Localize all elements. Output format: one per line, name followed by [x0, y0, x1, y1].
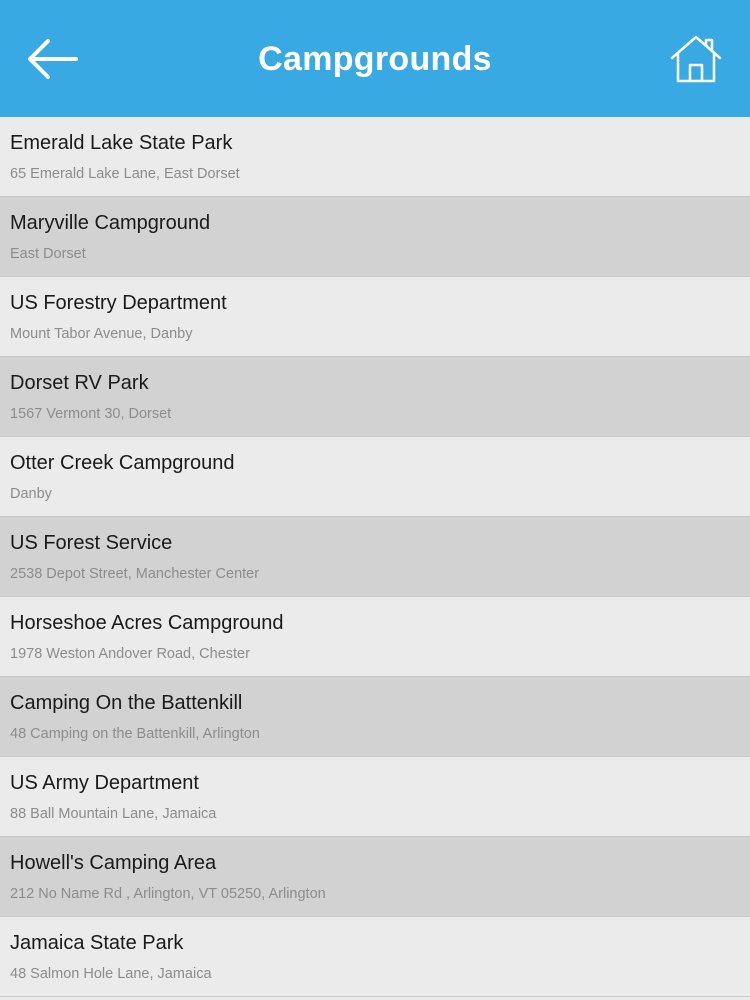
app-header: Campgrounds [0, 0, 750, 117]
campground-address: 48 Salmon Hole Lane, Jamaica [10, 966, 212, 982]
campground-address: 2538 Depot Street, Manchester Center [10, 566, 260, 582]
campground-name: Maryville Campground [10, 212, 211, 234]
list-item[interactable]: US Forestry Department Mount Tabor Avenu… [0, 277, 750, 357]
campground-address: East Dorset [10, 246, 86, 262]
campground-address: 88 Ball Mountain Lane, Jamaica [10, 806, 217, 822]
list-item[interactable]: Otter Creek Campground Danby [0, 437, 750, 517]
campground-address: Danby [10, 486, 52, 502]
campgrounds-screen: Campgrounds Emerald Lake State Park 65 E… [0, 0, 750, 1000]
campground-address: 48 Camping on the Battenkill, Arlington [10, 726, 260, 742]
campground-name: US Army Department [10, 772, 199, 794]
list-item[interactable]: Dorset RV Park 1567 Vermont 30, Dorset [0, 357, 750, 437]
campground-name: US Forestry Department [10, 292, 227, 314]
list-item[interactable]: Horseshoe Acres Campground 1978 Weston A… [0, 597, 750, 677]
campground-address: 1567 Vermont 30, Dorset [10, 406, 172, 422]
campground-address: 65 Emerald Lake Lane, East Dorset [10, 166, 240, 182]
campground-name: US Forest Service [10, 532, 173, 554]
list-item[interactable]: US Forest Service 2538 Depot Street, Man… [0, 517, 750, 597]
home-button[interactable] [668, 32, 724, 88]
campground-name: Horseshoe Acres Campground [10, 612, 284, 634]
list-item[interactable]: Emerald Lake State Park 65 Emerald Lake … [0, 117, 750, 197]
campground-name: Jamaica State Park [10, 932, 184, 954]
campground-name: Emerald Lake State Park [10, 132, 233, 154]
campground-list: Emerald Lake State Park 65 Emerald Lake … [0, 117, 750, 997]
campground-address: Mount Tabor Avenue, Danby [10, 326, 193, 342]
list-item[interactable]: US Army Department 88 Ball Mountain Lane… [0, 757, 750, 837]
campground-name: Camping On the Battenkill [10, 692, 243, 714]
campground-address: 1978 Weston Andover Road, Chester [10, 646, 250, 662]
campground-address: 212 No Name Rd , Arlington, VT 05250, Ar… [10, 886, 326, 902]
campground-name: Otter Creek Campground [10, 452, 235, 474]
list-item[interactable]: Jamaica State Park 48 Salmon Hole Lane, … [0, 917, 750, 997]
list-item[interactable]: Camping On the Battenkill 48 Camping on … [0, 677, 750, 757]
list-item[interactable]: Maryville Campground East Dorset [0, 197, 750, 277]
page-title: Campgrounds [258, 40, 492, 78]
campground-name: Howell's Camping Area [10, 852, 217, 874]
campground-name: Dorset RV Park [10, 372, 149, 394]
home-icon [670, 35, 722, 83]
list-item[interactable]: Howell's Camping Area 212 No Name Rd , A… [0, 837, 750, 917]
